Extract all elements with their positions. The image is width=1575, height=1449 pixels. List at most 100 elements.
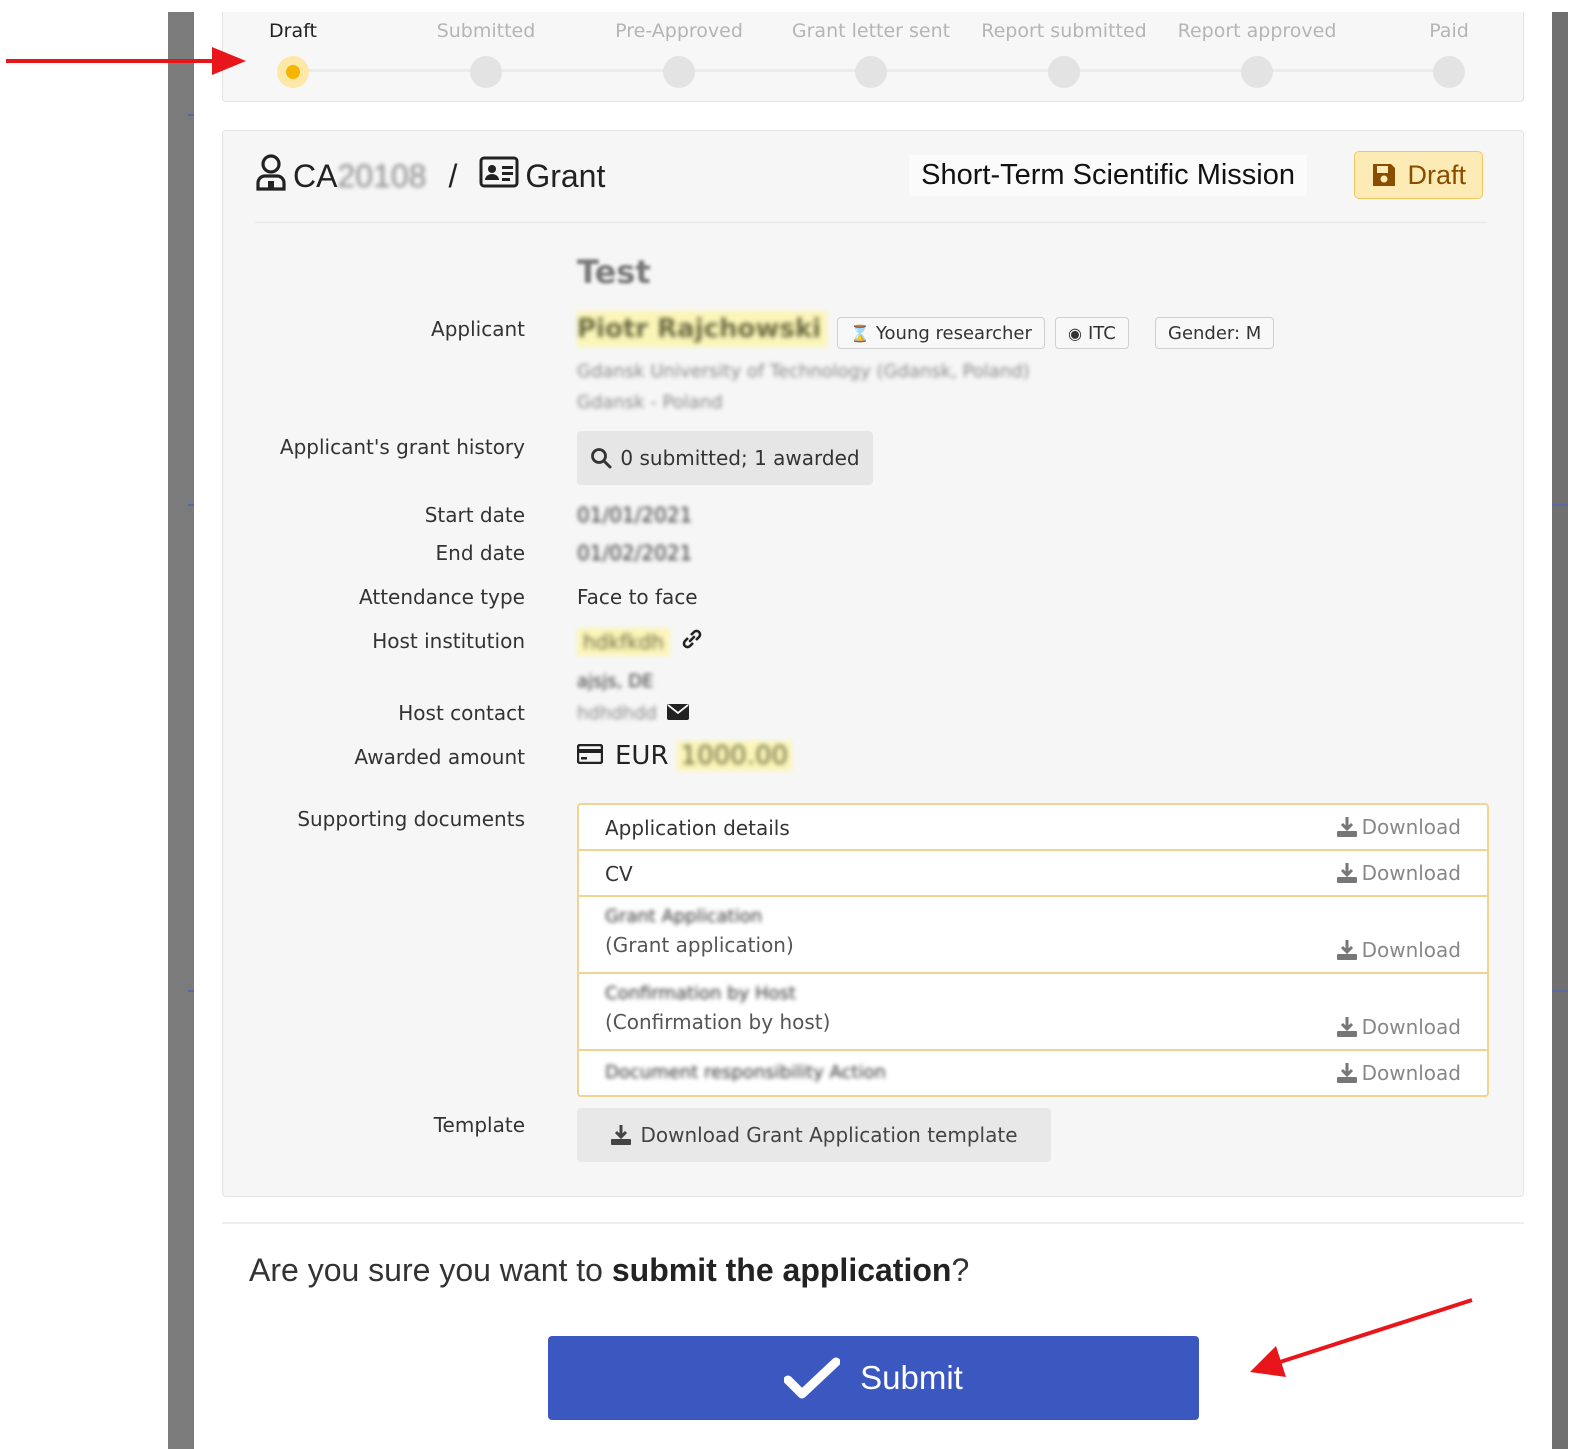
document-row: Grant Application (Grant application) Do… — [579, 897, 1487, 974]
download-icon — [1336, 1063, 1357, 1083]
step-paid: Paid — [1359, 20, 1539, 88]
applicant-affiliation: Gdansk University of Technology (Gdansk,… — [577, 361, 1030, 382]
step-label: Submitted — [436, 20, 536, 42]
step-label: Report approved — [1177, 20, 1337, 42]
end-date-value: 01/02/2021 — [577, 541, 693, 565]
question-prefix: Are you sure you want to — [249, 1252, 612, 1288]
right-scroll-rail — [1552, 12, 1568, 1449]
step-dot — [1241, 56, 1273, 88]
step-submitted: Submitted — [396, 20, 576, 88]
young-researcher-chip: ⌛ Young researcher — [837, 317, 1045, 349]
document-title: Application details — [605, 816, 790, 840]
id-card-icon — [479, 156, 519, 196]
host-institution-label: Host institution — [372, 629, 525, 653]
document-title: CV — [605, 862, 633, 886]
left-scroll-rail — [168, 12, 194, 1449]
documents-list: Application details Download CV Download… — [577, 803, 1489, 1097]
action-code: 20108 — [337, 157, 427, 194]
section-divider — [222, 1222, 1524, 1224]
download-link[interactable]: Download — [1336, 1061, 1461, 1085]
supporting-docs-label: Supporting documents — [297, 807, 525, 831]
history-label: Applicant's grant history — [279, 435, 525, 459]
amount-currency: EUR — [615, 741, 669, 771]
submit-label: Submit — [860, 1359, 963, 1396]
link-icon[interactable] — [680, 627, 704, 656]
status-badge-label: Draft — [1407, 159, 1466, 190]
template-label: Template — [433, 1113, 525, 1137]
credit-card-icon — [576, 741, 604, 771]
host-contact-value: hdhdhdd — [577, 702, 657, 724]
history-value: 0 submitted; 1 awarded — [620, 446, 860, 470]
download-label: Download — [1361, 815, 1461, 839]
question-suffix: ? — [951, 1252, 970, 1288]
step-label: Draft — [269, 20, 317, 42]
step-dot — [1048, 56, 1080, 88]
host-location: ajsjs, DE — [577, 671, 654, 692]
chip-label: ITC — [1087, 322, 1116, 344]
grant-card: CA 20108 / Grant Short-Term Scientific M… — [222, 130, 1524, 1197]
host-institution: hdkfkdh — [577, 627, 704, 656]
breadcrumb-type: Grant — [525, 157, 606, 194]
step-report-approved: Report approved — [1167, 20, 1347, 88]
start-date-label: Start date — [424, 503, 525, 527]
card-header: CA 20108 / Grant Short-Term Scientific M… — [255, 151, 1487, 223]
step-pre-approved: Pre-Approved — [589, 20, 769, 88]
grant-title: Test — [577, 253, 651, 291]
grant-history-button[interactable]: 0 submitted; 1 awarded — [577, 431, 873, 485]
document-title: Confirmation by Host — [605, 983, 796, 1004]
applicant-location: Gdansk - Poland — [577, 392, 723, 413]
start-date-value: 01/01/2021 — [577, 503, 693, 527]
document-subtitle: (Grant application) — [605, 933, 794, 957]
breadcrumb-separator: / — [448, 157, 458, 194]
host-contact: hdhdhdd — [577, 701, 689, 725]
download-icon — [1336, 940, 1357, 960]
save-icon — [1373, 164, 1396, 186]
attendance-label: Attendance type — [359, 585, 525, 609]
template-button-label: Download Grant Application template — [640, 1123, 1018, 1147]
chip-label: Gender: M — [1168, 322, 1262, 344]
step-label: Report submitted — [981, 20, 1147, 42]
document-title: Document responsibility Action — [605, 1062, 886, 1083]
download-icon — [1336, 863, 1357, 883]
download-label: Download — [1361, 861, 1461, 885]
download-template-button[interactable]: Download Grant Application template — [577, 1108, 1051, 1162]
step-draft: Draft — [203, 20, 383, 88]
chip-label: Young researcher — [875, 322, 1032, 344]
status-badge: Draft — [1354, 151, 1483, 199]
envelope-icon[interactable] — [666, 701, 689, 725]
document-row: Document responsibility Action Download — [579, 1051, 1487, 1095]
amount-label: Awarded amount — [354, 745, 525, 769]
step-dot — [1433, 56, 1465, 88]
download-icon — [611, 1125, 632, 1145]
step-dot — [663, 56, 695, 88]
step-dot-active — [277, 56, 309, 88]
download-link[interactable]: Download — [1336, 1015, 1461, 1039]
step-report-submitted: Report submitted — [974, 20, 1154, 88]
download-link[interactable]: Download — [1336, 938, 1461, 962]
action-prefix: CA — [293, 157, 338, 194]
question-bold: submit the application — [611, 1252, 952, 1288]
document-title: Grant Application — [605, 906, 763, 927]
document-subtitle: (Confirmation by host) — [605, 1010, 831, 1034]
download-label: Download — [1361, 938, 1461, 962]
host-institution-value: hdkfkdh — [577, 627, 670, 656]
applicant-name: Piotr Rajchowski — [577, 311, 827, 347]
document-row: Application details Download — [579, 805, 1487, 851]
step-grant-letter-sent: Grant letter sent — [781, 20, 961, 88]
globe-icon: ◉ — [1068, 323, 1082, 343]
download-link[interactable]: Download — [1336, 815, 1461, 839]
amount-value: 1000.00 — [676, 741, 793, 771]
step-dot — [855, 56, 887, 88]
hourglass-icon: ⌛ — [850, 323, 870, 343]
gender-chip: Gender: M — [1155, 317, 1275, 349]
host-contact-label: Host contact — [398, 701, 525, 725]
submit-button[interactable]: Submit — [548, 1336, 1199, 1420]
download-link[interactable]: Download — [1336, 861, 1461, 885]
checkmark-icon — [784, 1357, 841, 1399]
step-label: Pre-Approved — [615, 20, 743, 42]
download-icon — [1336, 817, 1357, 837]
awarded-amount: EUR 1000.00 — [576, 741, 793, 771]
attendance-value: Face to face — [577, 585, 698, 609]
download-label: Download — [1361, 1015, 1461, 1039]
step-label: Grant letter sent — [791, 20, 951, 42]
